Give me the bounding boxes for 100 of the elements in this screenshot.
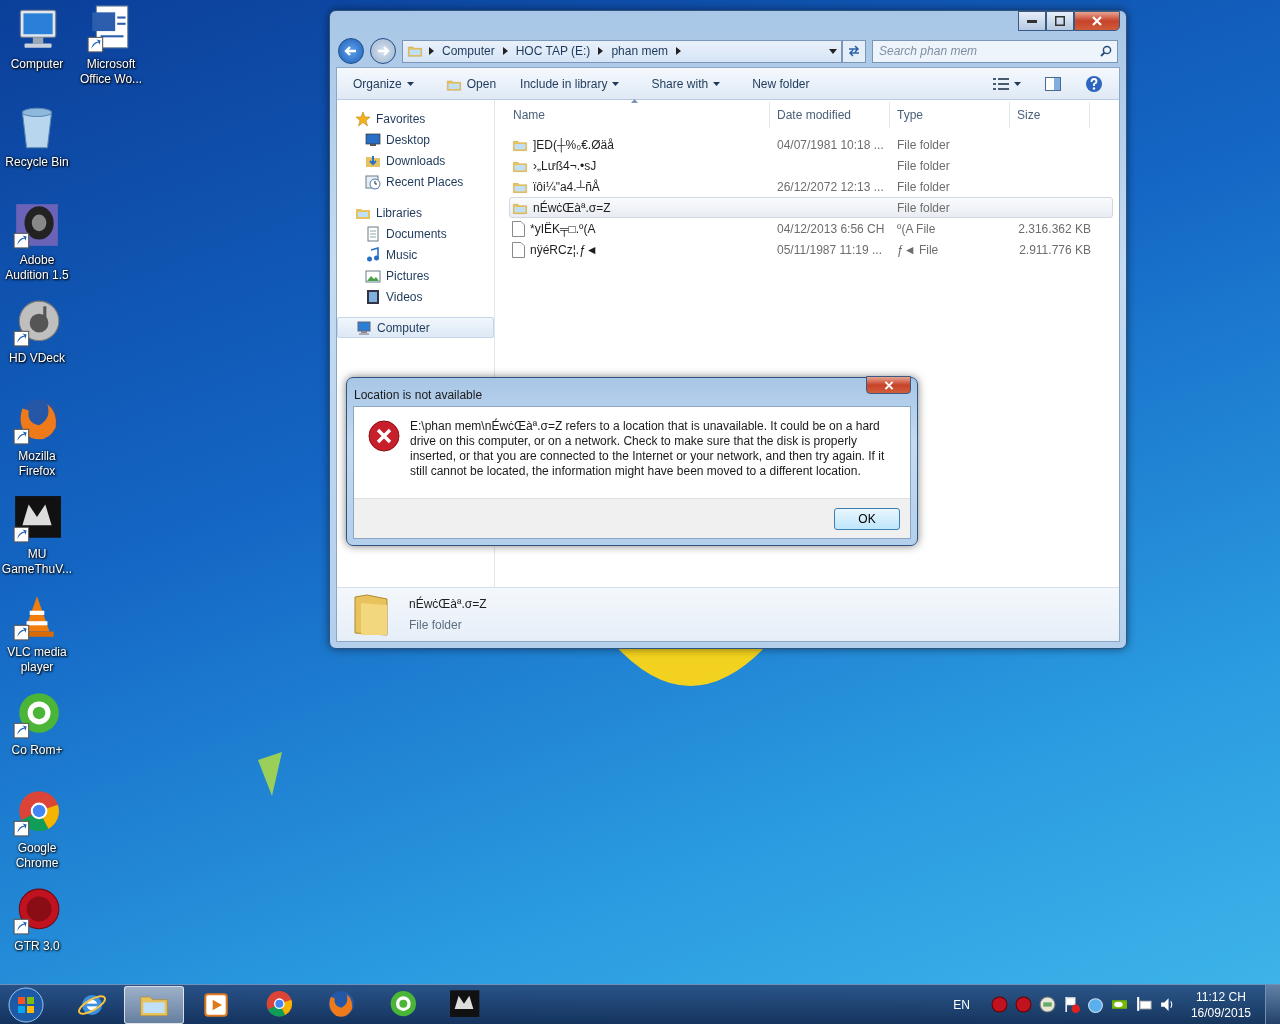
flag-error-icon[interactable]: [1062, 996, 1080, 1013]
dropdown-caret-icon[interactable]: [829, 48, 837, 54]
refresh-button[interactable]: [842, 39, 866, 63]
type-cell-text: File folder: [896, 199, 951, 217]
date-cell-text: 04/07/1981 10:18 ...: [776, 136, 885, 154]
file-name: ›„Lưß4¬.•sJ: [533, 157, 597, 175]
file-icon: [512, 241, 525, 258]
close-button[interactable]: [1074, 11, 1120, 31]
file-row[interactable]: ›„Lưß4¬.•sJ File folder: [509, 155, 1113, 176]
toolbar-button[interactable]: Organize: [343, 71, 424, 96]
caret-icon: [612, 81, 620, 86]
file-name: nÿéRCz¦.ƒ◄: [530, 241, 598, 259]
toolbar-button[interactable]: Share with: [641, 71, 731, 96]
windows-logo-icon: [8, 986, 44, 1023]
clock-icon: [365, 173, 381, 190]
file-row[interactable]: ïôi¼"a4.┴ñÅ 26/12/2072 12:13 ... File folder: [509, 176, 1113, 197]
desktop-shortcut[interactable]: HD VDeck: [0, 298, 74, 382]
robot-face-icon[interactable]: [1038, 996, 1056, 1013]
desktop-shortcut[interactable]: Adobe Audition 1.5: [0, 200, 74, 284]
file-icon: [512, 220, 525, 237]
language-indicator[interactable]: EN: [953, 995, 970, 1014]
nav-item[interactable]: Videos: [337, 286, 494, 307]
nav-item[interactable]: Computer: [337, 317, 494, 338]
film-icon: [365, 288, 381, 305]
file-name: nÉwċŒàª.σ=Z: [533, 199, 611, 217]
maximize-icon: [1055, 16, 1065, 26]
help-icon: [1085, 74, 1103, 93]
details-type: File folder: [409, 617, 463, 634]
minimize-icon: [1027, 19, 1037, 23]
toolbar-button[interactable]: Open: [435, 71, 507, 96]
toolbar-button[interactable]: New folder: [742, 71, 820, 96]
nav-item[interactable]: Libraries: [337, 202, 494, 223]
breadcrumb[interactable]: HOC TAP (E:): [513, 42, 593, 60]
date-cell-text: 05/11/1987 11:19 ...: [776, 241, 883, 259]
file-name: ]ED(┼%₀€.Øäå: [533, 136, 614, 154]
column-header[interactable]: Size: [1010, 102, 1090, 128]
nav-item[interactable]: Music: [337, 244, 494, 265]
column-header[interactable]: Date modified: [770, 102, 890, 128]
breadcrumb[interactable]: phan mem: [609, 42, 671, 60]
document-icon: [365, 225, 381, 242]
desktop-shortcut[interactable]: MU GameThuV...: [0, 494, 74, 578]
chevron-icon: [502, 47, 508, 55]
column-header[interactable]: Name: [495, 102, 770, 128]
ok-button[interactable]: OK: [834, 507, 900, 530]
search-icon: [1100, 44, 1112, 57]
desktop-shortcut[interactable]: Co Rom+: [0, 690, 74, 774]
network-icon[interactable]: [1134, 996, 1152, 1013]
caret-icon: [1014, 81, 1021, 86]
desktop-shortcut[interactable]: Computer: [0, 4, 74, 88]
back-arrow-icon: [344, 45, 358, 57]
toolbar-button[interactable]: Include in library: [510, 71, 630, 96]
file-name: ïôi¼"a4.┴ñÅ: [533, 178, 600, 196]
leaf-drawing: [258, 752, 282, 796]
clock[interactable]: 11:12 CH 16/09/2015: [1190, 988, 1251, 1021]
nav-item[interactable]: Favorites: [337, 108, 494, 129]
desktop-shortcut[interactable]: Recycle Bin: [0, 102, 74, 186]
maximize-button[interactable]: [1046, 11, 1074, 31]
nav-item[interactable]: Pictures: [337, 265, 494, 286]
monitor-icon: [365, 131, 381, 148]
forward-button[interactable]: [370, 38, 396, 64]
column-header[interactable]: Type: [890, 102, 1010, 128]
taskbar-button[interactable]: [124, 985, 184, 1024]
file-row[interactable]: ]ED(┼%₀€.Øäå 04/07/1981 10:18 ... File folder: [509, 134, 1113, 155]
water-drop-icon[interactable]: [1086, 996, 1104, 1013]
music-note-icon: [365, 246, 381, 263]
folder-icon: [353, 592, 389, 637]
desktop-shortcut[interactable]: VLC media player: [0, 592, 74, 676]
size-cell-text: 2.316.362 KB: [1017, 220, 1091, 238]
nav-item[interactable]: Downloads: [337, 150, 494, 171]
close-icon: [1092, 16, 1102, 26]
type-cell-text: º(A File: [896, 220, 937, 238]
monitor-icon: [356, 319, 372, 336]
show-desktop-button[interactable]: [1265, 984, 1280, 1024]
desktop-shortcut[interactable]: Mozilla Firefox: [0, 396, 74, 480]
file-row[interactable]: nÉwċŒàª.σ=Z File folder: [509, 197, 1113, 218]
file-row[interactable]: nÿéRCz¦.ƒ◄ 05/11/1987 11:19 ... ƒ◄ File 2.911.776 KB: [509, 239, 1113, 260]
breadcrumb[interactable]: Computer: [440, 42, 497, 60]
desktop-shortcut[interactable]: GTR 3.0: [0, 886, 74, 970]
type-cell-text: ƒ◄ File: [896, 241, 940, 259]
minimize-button[interactable]: [1018, 11, 1046, 31]
type-cell-text: File folder: [896, 136, 951, 154]
close-icon: [883, 380, 894, 390]
desktop-shortcut[interactable]: Microsoft Office Wo...: [74, 4, 148, 88]
type-cell-text: File folder: [896, 178, 951, 196]
size-cell-text: 2.911.776 KB: [1018, 241, 1091, 259]
nav-item[interactable]: Documents: [337, 223, 494, 244]
list-view-icon: [993, 77, 1009, 90]
details-name: nÉwċŒàª.σ=Z: [409, 595, 487, 613]
type-cell-text: File folder: [896, 157, 951, 175]
close-button[interactable]: [866, 376, 911, 394]
search-field[interactable]: Search phan mem: [872, 39, 1118, 63]
chevron-icon: [598, 47, 604, 55]
caret-icon: [713, 81, 721, 86]
back-button[interactable]: [338, 38, 364, 64]
nav-item[interactable]: Recent Places: [337, 171, 494, 192]
chevron-icon: [429, 47, 434, 55]
forward-arrow-icon: [376, 45, 390, 57]
desktop-shortcut[interactable]: Google Chrome: [0, 788, 74, 872]
nav-item[interactable]: Desktop: [337, 129, 494, 150]
file-row[interactable]: *yIËK╤□.º(A 04/12/2013 6:56 CH º(A File 2.316.362 KB: [509, 218, 1113, 239]
